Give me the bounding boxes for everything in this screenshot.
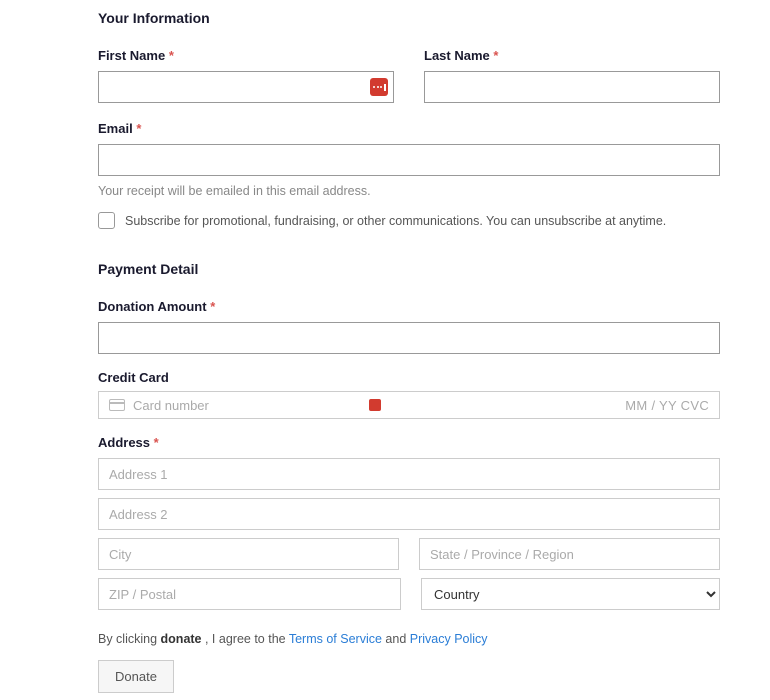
required-mark: * [210, 299, 215, 314]
address1-input[interactable] [98, 458, 720, 490]
card-expiry-cvc-placeholder: MM / YY CVC [625, 398, 709, 413]
donation-amount-label: Donation Amount * [98, 299, 720, 314]
last-name-input[interactable] [424, 71, 720, 103]
zip-input[interactable] [98, 578, 401, 610]
state-input[interactable] [419, 538, 720, 570]
email-hint: Your receipt will be emailed in this ema… [98, 184, 720, 198]
country-select[interactable]: Country [421, 578, 720, 610]
city-input[interactable] [98, 538, 399, 570]
first-name-label: First Name * [98, 48, 394, 63]
terms-link[interactable]: Terms of Service [289, 632, 382, 646]
subscribe-label: Subscribe for promotional, fundraising, … [125, 214, 666, 228]
required-mark: * [136, 121, 141, 136]
required-mark: * [493, 48, 498, 63]
card-number-placeholder: Card number [133, 398, 361, 413]
address2-input[interactable] [98, 498, 720, 530]
agreement-text: By clicking donate , I agree to the Term… [98, 632, 720, 646]
first-name-input[interactable] [98, 71, 394, 103]
password-manager-icon[interactable] [370, 78, 388, 96]
subscribe-checkbox[interactable] [98, 212, 115, 229]
last-name-label: Last Name * [424, 48, 720, 63]
donation-amount-input[interactable] [98, 322, 720, 354]
email-label: Email * [98, 121, 720, 136]
credit-card-icon [109, 399, 125, 411]
required-mark: * [169, 48, 174, 63]
section-title-info: Your Information [98, 10, 720, 26]
email-input[interactable] [98, 144, 720, 176]
address-label: Address * [98, 435, 720, 450]
credit-card-label: Credit Card [98, 370, 720, 385]
donate-button[interactable]: Donate [98, 660, 174, 693]
required-mark: * [154, 435, 159, 450]
password-manager-icon[interactable] [369, 399, 381, 411]
section-title-payment: Payment Detail [98, 261, 720, 277]
credit-card-field[interactable]: Card number MM / YY CVC [98, 391, 720, 419]
privacy-link[interactable]: Privacy Policy [410, 632, 488, 646]
